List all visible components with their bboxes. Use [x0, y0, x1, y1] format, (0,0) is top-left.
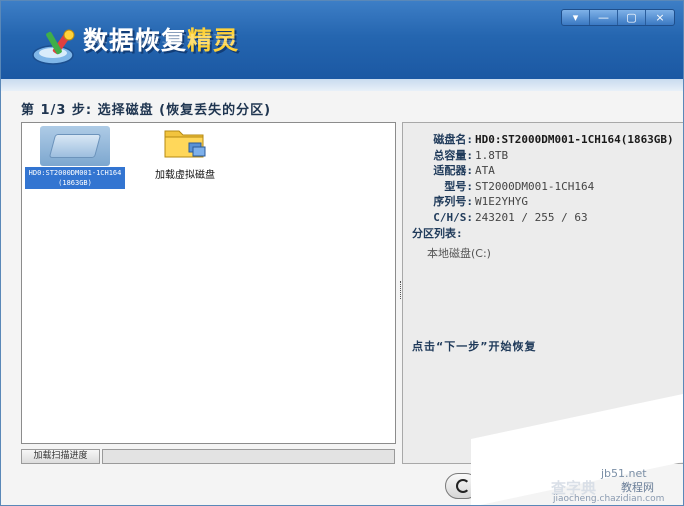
hard-disk-icon	[40, 126, 110, 166]
next-step-hint: 点击“下一步”开始恢复	[412, 340, 537, 353]
step-title: 第 1/3 步: 选择磁盘 (恢复丢失的分区)	[21, 103, 272, 118]
disk-item-hd0[interactable]: HD0:ST2000DM001-1CH164(1863GB)	[25, 126, 125, 189]
info-label: 型号:	[444, 179, 473, 193]
close-button[interactable]: ×	[646, 10, 674, 25]
info-value: ATA	[475, 164, 495, 177]
info-row-chs: C/H/S: 243201 / 255 / 63	[413, 210, 674, 226]
app-header: 数据恢复精灵 数据恢复精灵 ▾ — ▢ ×	[1, 1, 683, 79]
info-row-model: 型号: ST2000DM001-1CH164	[413, 179, 674, 195]
window-controls: ▾ — ▢ ×	[561, 9, 675, 26]
folder-icon	[164, 130, 206, 158]
disk-list-pane: HD0:ST2000DM001-1CH164(1863GB) 加载虚拟磁盘	[21, 122, 396, 444]
info-row-capacity: 总容量: 1.8TB	[413, 148, 674, 164]
load-scan-progress-button[interactable]: 加载扫描进度	[21, 449, 100, 464]
info-value: ST2000DM001-1CH164	[475, 179, 595, 193]
data-recovery-logo-icon	[32, 29, 75, 65]
info-row-serial: 序列号: W1E2YHYG	[413, 194, 674, 210]
info-label: 总容量:	[433, 148, 473, 162]
load-virtual-disk-label: 加载虚拟磁盘	[155, 170, 215, 181]
info-value: W1E2YHYG	[475, 195, 528, 208]
partition-item[interactable]: 本地磁盘(C:)	[427, 245, 491, 261]
info-label: 磁盘名:	[433, 133, 473, 146]
maximize-button[interactable]: ▢	[618, 10, 646, 25]
refresh-icon	[456, 479, 470, 493]
info-value: 243201 / 255 / 63	[475, 210, 588, 224]
info-label: 适配器:	[433, 164, 473, 177]
info-label: 序列号:	[433, 195, 473, 208]
app-window: 数据恢复精灵 数据恢复精灵 ▾ — ▢ × 第 1/3 步: 选择磁盘 (恢复丢…	[0, 0, 684, 506]
info-row-disk-name: 磁盘名: HD0:ST2000DM001-1CH164(1863GB)	[413, 132, 674, 148]
header-divider	[1, 79, 683, 91]
disk-info-table: 磁盘名: HD0:ST2000DM001-1CH164(1863GB) 总容量:…	[413, 132, 674, 226]
info-value: HD0:ST2000DM001-1CH164(1863GB)	[475, 133, 674, 146]
disk-item-label: HD0:ST2000DM001-1CH164(1863GB)	[25, 167, 125, 189]
partition-list-title: 分区列表:	[412, 227, 463, 240]
info-value: 1.8TB	[475, 148, 509, 162]
scan-progress-bar	[102, 449, 395, 464]
info-row-adapter: 适配器: ATA	[413, 163, 674, 179]
menu-dropdown-button[interactable]: ▾	[562, 10, 590, 25]
load-virtual-disk-item[interactable]: 加载虚拟磁盘	[140, 125, 230, 181]
app-title-reflection: 数据恢复精灵	[83, 32, 240, 46]
minimize-button[interactable]: —	[590, 10, 618, 25]
watermark-text: jiaocheng.chazidian.com	[553, 494, 665, 504]
watermark-text: 教程网	[621, 481, 654, 494]
info-label: C/H/S:	[433, 210, 473, 224]
